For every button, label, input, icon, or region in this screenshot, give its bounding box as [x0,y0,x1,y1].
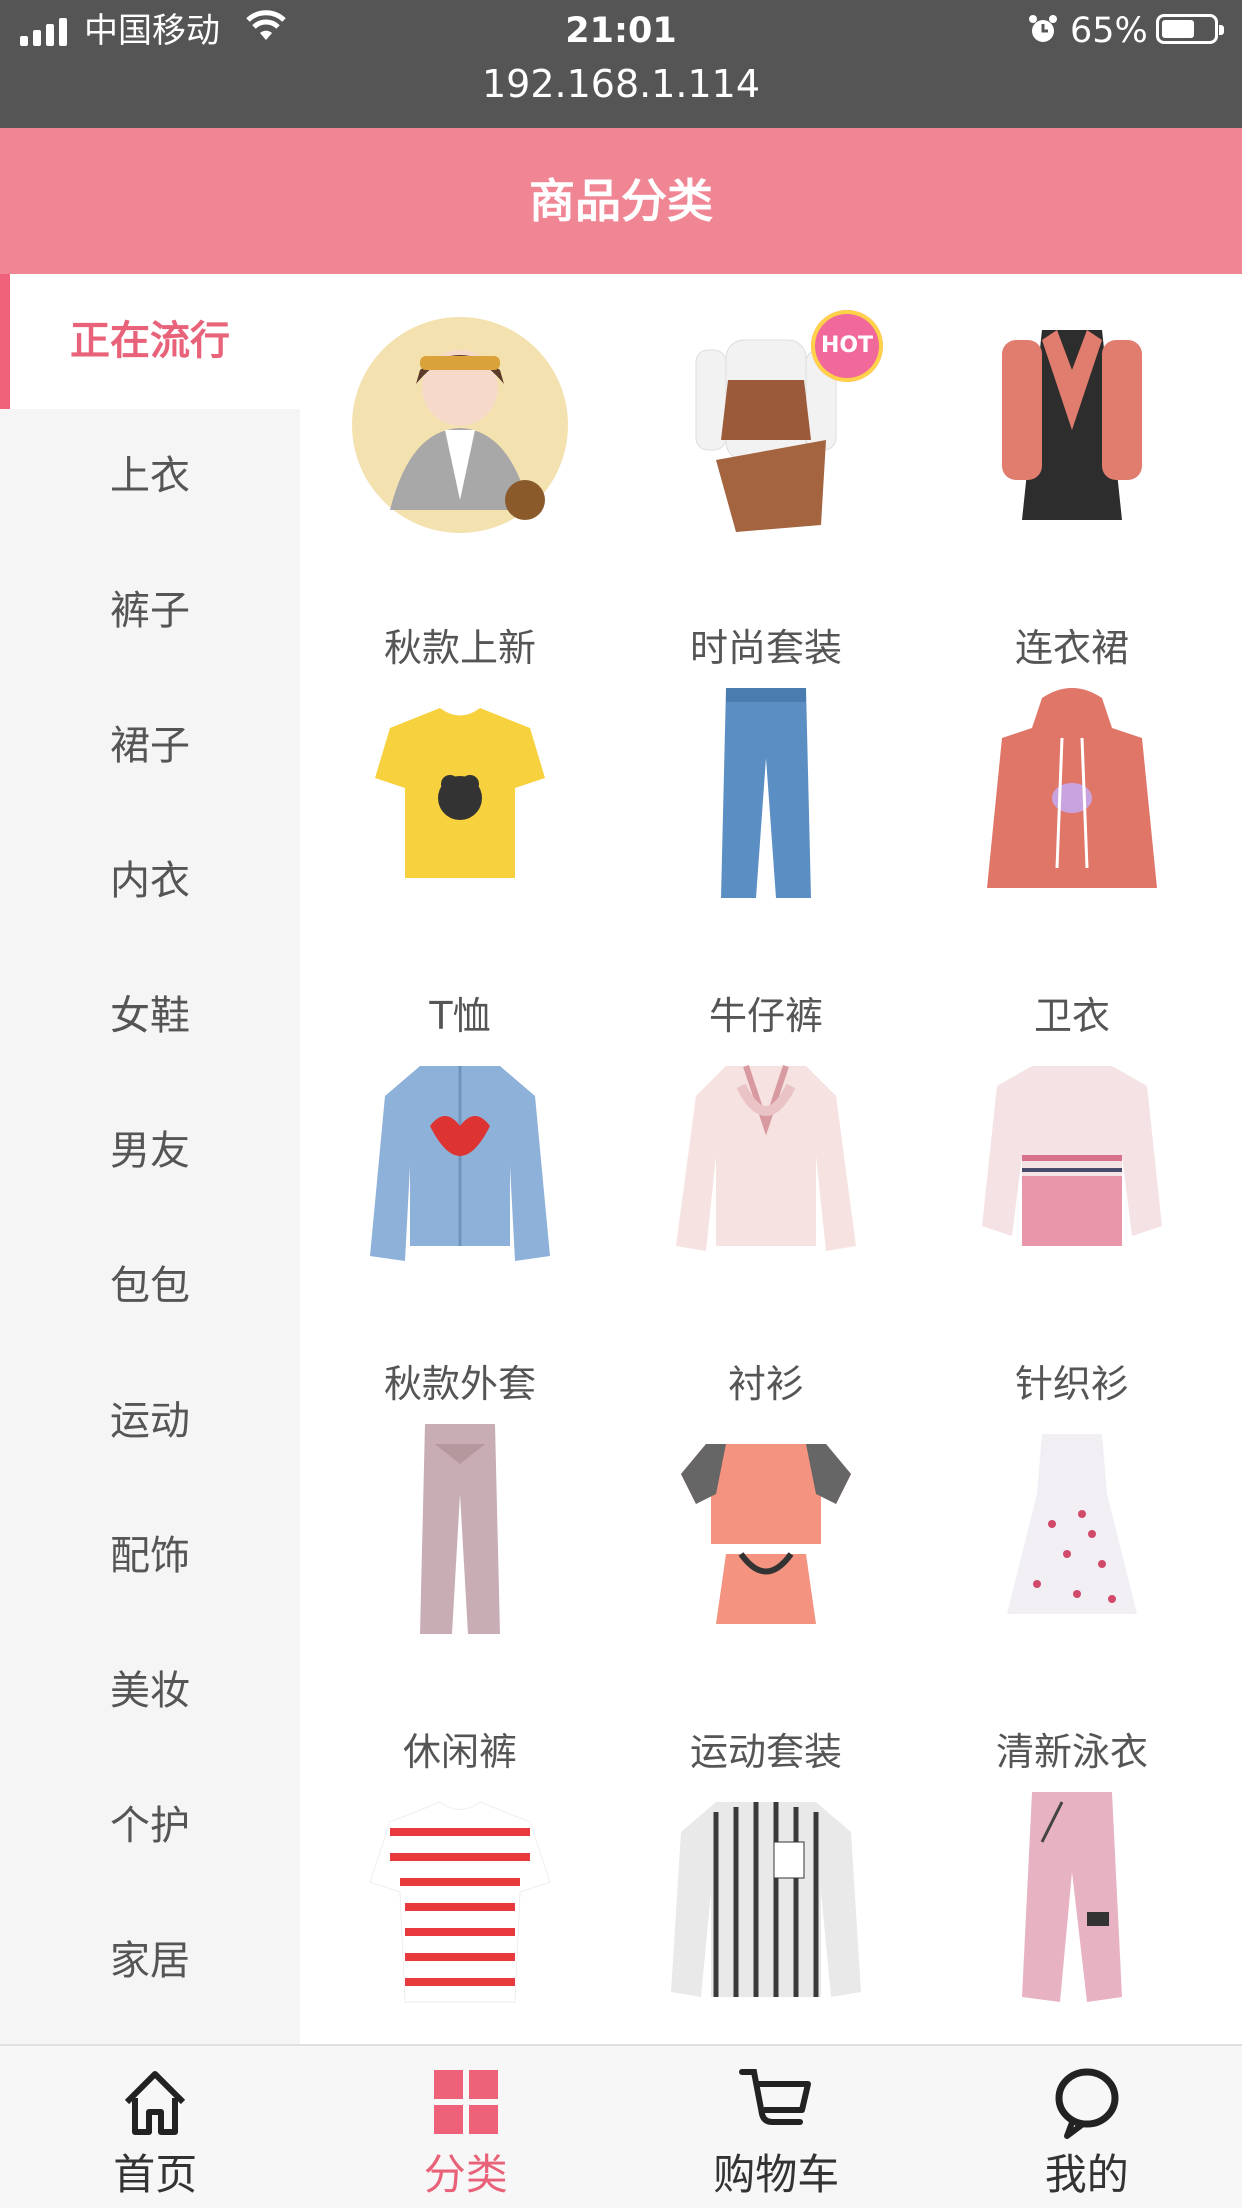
grid-item-label: 卫衣 [1033,994,1110,1038]
page-url[interactable]: 192.168.1.114 [0,58,1242,110]
grid-item-label: 运动套装 [689,1730,842,1774]
sidebar-item-12[interactable]: 家居 [0,1894,300,2029]
sidebar-item-8[interactable]: 运动 [0,1354,300,1489]
grid-item[interactable]: 连衣裙 [919,310,1225,678]
sidebar-item-7[interactable]: 包包 [0,1219,300,1354]
bottom-tab-bar: 首页 分类 购物车 我的 [0,2044,1242,2208]
tab-category-grid[interactable]: 分类 [311,2046,622,2208]
category-grid-icon [433,2070,498,2134]
status-bar: 中国移动 21:01 192.168.1.114 65% [0,0,1242,128]
jeans-icon [721,688,811,898]
tshirt-icon [375,708,545,878]
tab-cart[interactable]: 购物车 [621,2046,932,2208]
grid-item-label: T恤 [429,994,491,1038]
casual-pants-icon [420,1424,500,1634]
swimsuit-icon [1007,1434,1137,1614]
grid-item-label: 衬衫 [727,1362,804,1406]
home-icon [125,2071,186,2135]
subcategory-grid: 秋款上新 HOT 时尚套装 连衣裙 T恤 牛仔裤 卫衣秋款外套 衬衫 针织衫休闲裤 运动套装 清新泳… [300,274,1242,2044]
sidebar-item-11[interactable]: 个护 [0,1759,300,1894]
grid-item-label: 清新泳衣 [995,1730,1148,1774]
sidebar-item-0[interactable]: 正在流行 [0,274,300,409]
knit-sweater-icon [982,1066,1162,1246]
pink-cargo-pants-icon [1022,1792,1122,2002]
grid-item[interactable]: 卫衣 [919,678,1225,1046]
grid-item-label: 牛仔裤 [708,994,823,1038]
sidebar-item-9[interactable]: 配饰 [0,1489,300,1624]
sidebar-item-4[interactable]: 内衣 [0,814,300,949]
grid-item-label: 针织衫 [1014,1362,1129,1406]
sidebar-item-1[interactable]: 上衣 [0,409,300,544]
sidebar-item-6[interactable]: 男友 [0,1084,300,1219]
grid-item[interactable]: T恤 [307,678,613,1046]
profile-icon [1055,2068,1119,2139]
tab-label: 首页 [113,2150,198,2199]
battery-icon [1156,14,1224,44]
grid-item-label: 时尚套装 [689,626,842,670]
grid-item-label: 秋款外套 [383,1362,536,1406]
hot-badge: HOT [811,310,883,382]
tab-label: 分类 [423,2150,508,2199]
grid-item[interactable]: HOT 时尚套装 [613,310,919,678]
hoodie-icon [987,688,1157,888]
grid-item[interactable]: 秋款上新 [307,310,613,678]
grid-item[interactable] [919,1782,1225,2044]
dress-icon [1002,330,1142,520]
grid-item[interactable]: 运动套装 [613,1414,919,1782]
sidebar-item-10[interactable]: 美妆 [0,1624,300,1759]
sport-set-icon [681,1444,851,1624]
battery-percent: 65% [1070,11,1148,51]
sidebar-item-3[interactable]: 裙子 [0,679,300,814]
tab-profile[interactable]: 我的 [932,2046,1242,2208]
grid-item[interactable]: 针织衫 [919,1046,1225,1414]
grid-item[interactable]: 衬衫 [613,1046,919,1414]
page-title: 商品分类 [0,128,1242,274]
portrait-photo-icon [352,317,568,533]
grid-item-label: 秋款上新 [383,626,536,670]
sidebar-item-5[interactable]: 女鞋 [0,949,300,1084]
denim-jacket-icon [370,1066,550,1261]
grid-item-label: 休闲裤 [402,1730,517,1774]
category-sidebar: 正在流行 上衣 裤子 裙子 内衣 女鞋 男友 包包 运动 配饰 美妆 个护 家居 [0,274,300,2044]
grid-item[interactable]: 清新泳衣 [919,1414,1225,1782]
tab-label: 购物车 [713,2150,840,2199]
grid-item[interactable] [307,1782,613,2044]
blouse-icon [676,1065,856,1251]
grid-item[interactable] [613,1782,919,2044]
striped-shirt-icon [671,1802,861,1997]
tab-home[interactable]: 首页 [0,2046,311,2208]
cart-icon [739,2069,812,2125]
tab-label: 我的 [1044,2150,1129,2199]
alarm-icon [1029,15,1057,42]
grid-item-label: 连衣裙 [1014,626,1129,670]
grid-item[interactable]: 休闲裤 [307,1414,613,1782]
grid-item[interactable]: 秋款外套 [307,1046,613,1414]
striped-tee-icon [369,1801,551,2003]
sidebar-item-2[interactable]: 裤子 [0,544,300,679]
grid-item[interactable]: 牛仔裤 [613,678,919,1046]
